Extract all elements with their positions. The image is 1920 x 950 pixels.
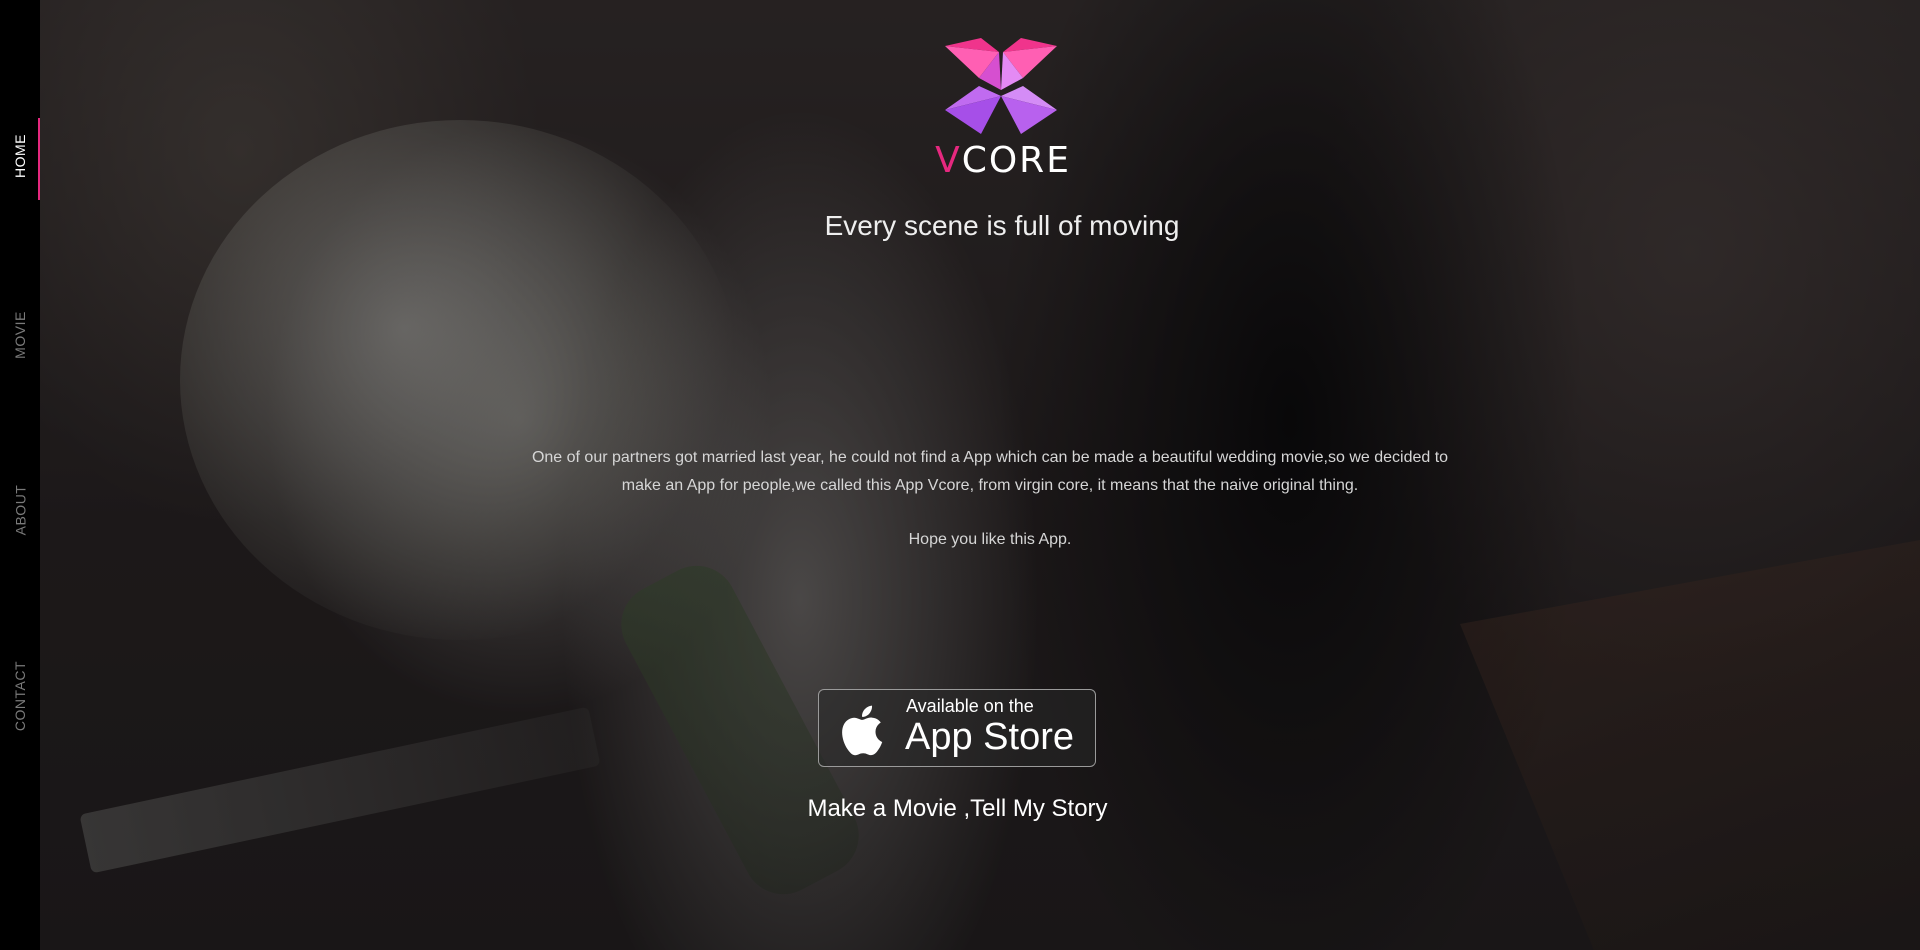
brand-wordmark-rest: CORE [961, 140, 1071, 181]
brand-wordmark-v: V [935, 140, 962, 181]
sidebar-nav: HOME MOVIE ABOUT CONTACT [0, 0, 40, 950]
hero-hope-text: Hope you like this App. [908, 531, 1072, 548]
nav-item-label: CONTACT [12, 660, 28, 732]
nav-item-movie[interactable]: MOVIE [0, 285, 40, 385]
app-store-button[interactable]: Available on the App Store [818, 689, 1096, 767]
app-store-small-text: Available on the [906, 696, 1034, 716]
page: HOME MOVIE ABOUT CONTACT VCORE Every sce… [0, 0, 1920, 950]
nav-item-home[interactable]: HOME [0, 106, 40, 206]
nav-item-about[interactable]: ABOUT [0, 460, 40, 560]
brand-wordmark: VCORE [893, 140, 1113, 181]
app-store-big-text: App Store [905, 716, 1074, 758]
hero-description: One of our partners got married last yea… [531, 449, 1449, 494]
cta-text: Make a Movie ,Tell My Story [807, 795, 1108, 822]
nav-item-label: HOME [12, 134, 28, 178]
nav-item-contact[interactable]: CONTACT [0, 646, 40, 746]
nav-item-label: MOVIE [12, 311, 28, 359]
hero-tagline: Every scene is full of moving [824, 210, 1180, 241]
hero-section: VCORE Every scene is full of moving One … [40, 0, 1920, 950]
vcore-logo-icon [945, 38, 1057, 134]
apple-icon [842, 705, 883, 756]
nav-item-label: ABOUT [12, 484, 29, 536]
